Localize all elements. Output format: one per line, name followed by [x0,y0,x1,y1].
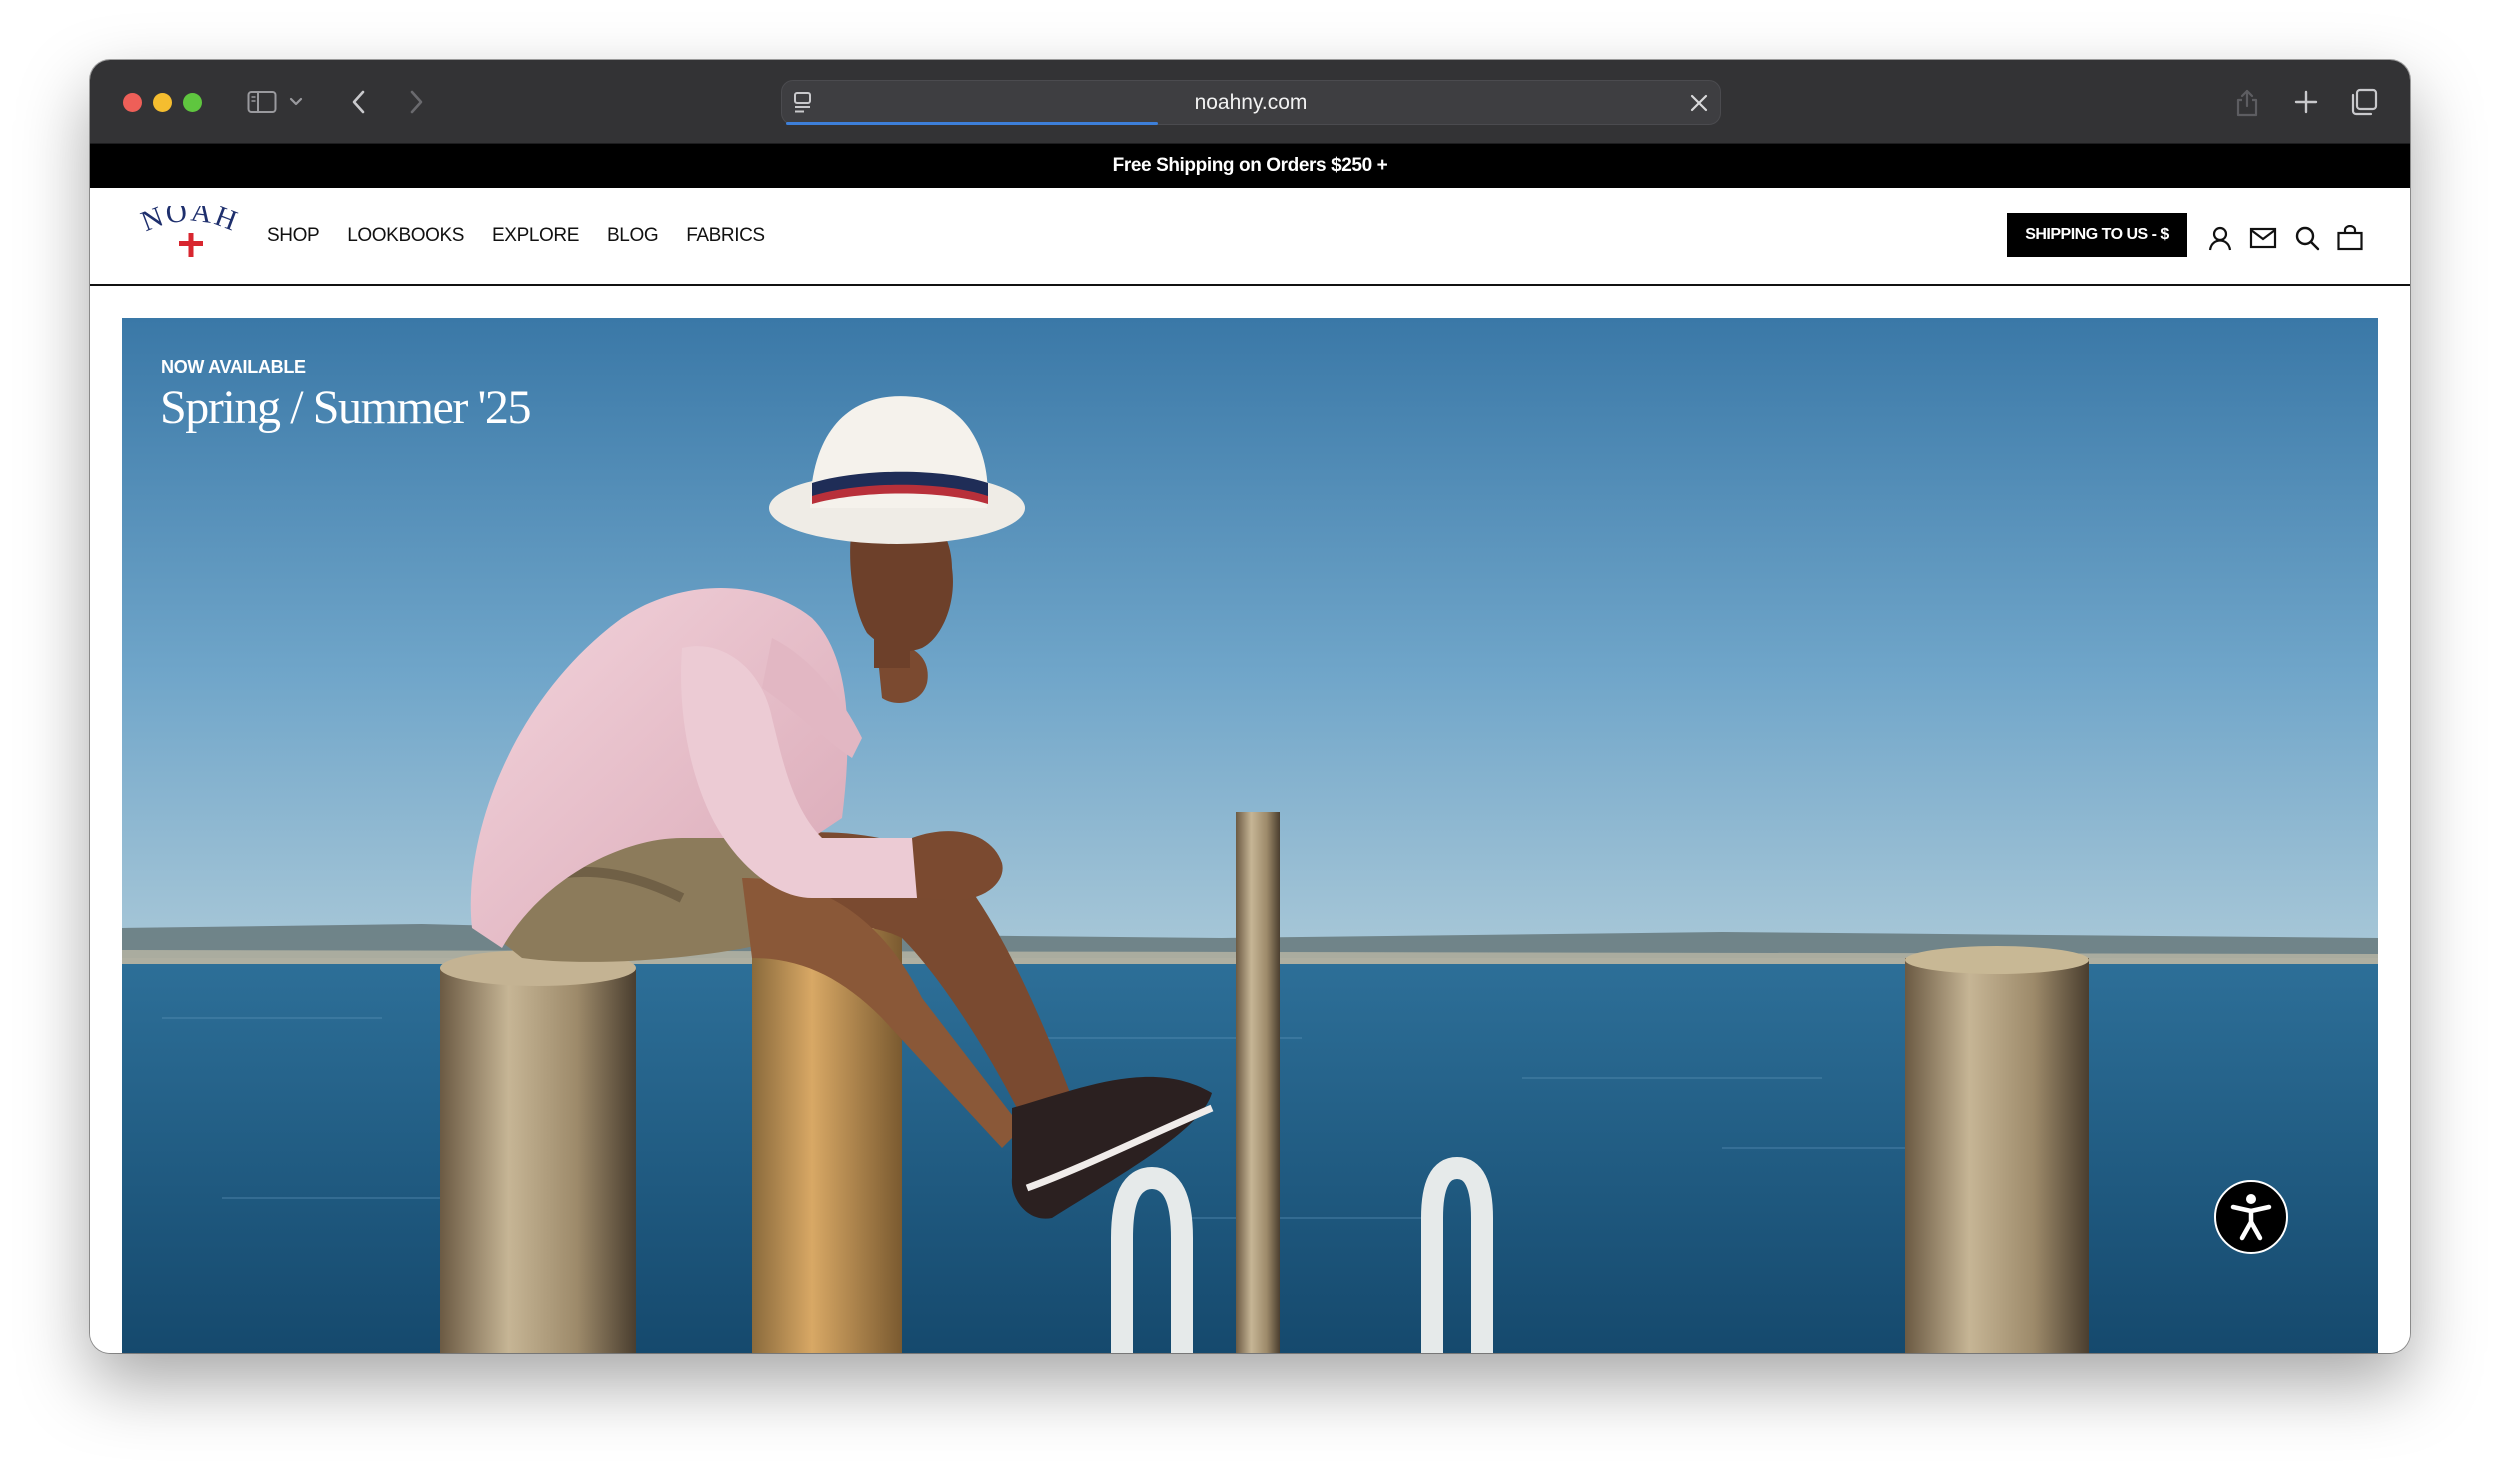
nav-lookbooks[interactable]: LOOKBOOKS [347,225,464,247]
main-navigation: SHOP LOOKBOOKS EXPLORE BLOG FABRICS [267,188,793,284]
sidebar-menu-button[interactable] [286,82,306,122]
sidebar-toggle-button[interactable] [245,82,279,122]
hero-eyebrow: NOW AVAILABLE [161,357,306,377]
nav-fabrics[interactable]: FABRICS [686,225,765,247]
web-page: Free Shipping on Orders $250 + NOAH SHOP… [90,144,2410,1353]
new-tab-button[interactable] [2291,82,2321,122]
hero-title[interactable]: Spring / Summer '25 [160,380,531,435]
minimize-window-button[interactable] [153,93,172,112]
cart-button[interactable] [2335,223,2365,253]
stop-loading-icon[interactable] [1688,92,1710,119]
browser-toolbar: noahny.com [90,60,2410,144]
close-window-button[interactable] [123,93,142,112]
hero-image [122,318,2378,1353]
share-icon [2236,89,2258,117]
chevron-right-icon [410,90,423,114]
mail-icon [2249,227,2277,249]
nav-shop[interactable]: SHOP [267,225,320,247]
newsletter-button[interactable] [2248,223,2278,253]
site-header: NOAH SHOP LOOKBOOKS EXPLORE BLOG FABRICS… [90,188,2410,286]
tabs-overview-icon [2351,88,2378,116]
zoom-window-button[interactable] [183,93,202,112]
chevron-left-icon [352,90,365,114]
accessibility-icon [2230,1194,2272,1241]
address-bar[interactable]: noahny.com [781,80,1721,125]
accessibility-button[interactable] [2214,1180,2288,1254]
chevron-down-icon [289,97,303,106]
nav-blog[interactable]: BLOG [607,225,659,247]
share-button[interactable] [2232,82,2262,122]
hero-banner[interactable]: NOW AVAILABLE Spring / Summer '25 [122,318,2378,1353]
nav-explore[interactable]: EXPLORE [492,225,579,247]
sidebar-icon [247,91,277,113]
promo-banner[interactable]: Free Shipping on Orders $250 + [90,144,2410,188]
logo-cross-icon [179,233,203,257]
user-icon [2208,226,2232,251]
account-button[interactable] [2205,223,2235,253]
back-button[interactable] [346,82,372,122]
noah-logo[interactable]: NOAH [137,195,242,262]
search-button[interactable] [2292,223,2322,253]
plus-icon [2294,90,2318,114]
browser-window: noahny.com Free Shipping on Orders $250 … [90,60,2410,1353]
search-icon [2295,226,2320,251]
shopping-bag-icon [2337,225,2363,251]
page-load-progress [786,122,1158,125]
tab-overview-button[interactable] [2348,82,2380,122]
forward-button[interactable] [403,82,429,122]
url-text: noahny.com [1194,91,1308,114]
shipping-country-button[interactable]: SHIPPING TO US - $ [2007,213,2187,257]
